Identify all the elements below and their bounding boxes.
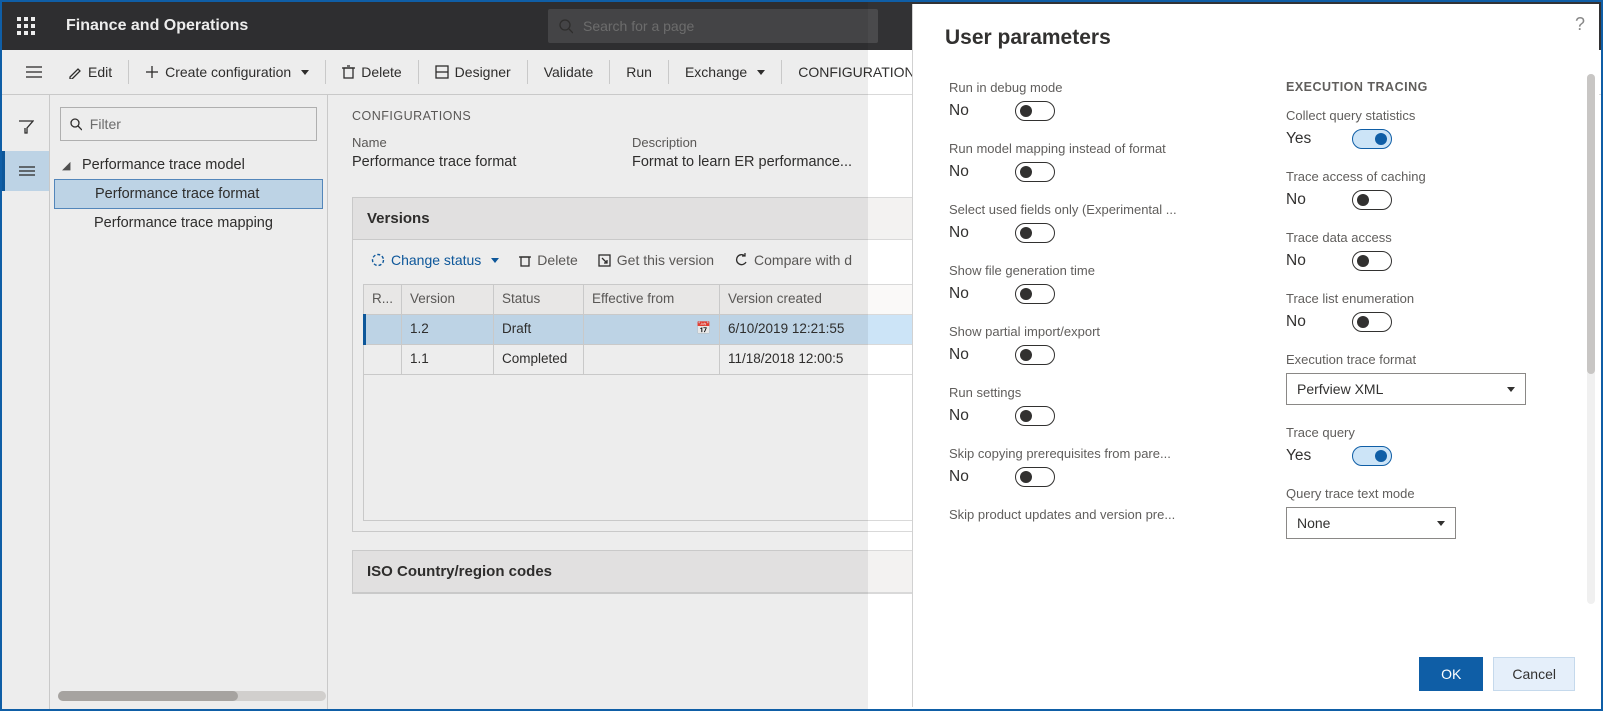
chevron-down-icon <box>301 70 309 75</box>
get-version-button[interactable]: Get this version <box>590 246 722 274</box>
toggle-field: Collect query statisticsYes <box>1286 108 1573 149</box>
toggle-field: Show partial import/exportNo <box>949 324 1236 365</box>
calendar-icon[interactable]: 📅 <box>696 321 711 335</box>
toggle-switch[interactable] <box>1015 406 1055 426</box>
tree-item[interactable]: Performance trace format <box>54 179 323 209</box>
toggle-switch[interactable] <box>1015 101 1055 121</box>
user-parameters-dialog: ? User parameters Run in debug modeNoRun… <box>912 4 1599 707</box>
tree-root[interactable]: ◢ Performance trace model <box>54 151 323 179</box>
chevron-down-icon <box>1437 521 1445 526</box>
vertical-scrollbar[interactable] <box>1587 74 1595 604</box>
query-trace-text-mode-field: Query trace text mode None <box>1286 486 1573 539</box>
configurations-menu[interactable]: CONFIGURATION <box>786 50 926 94</box>
edit-button[interactable]: Edit <box>56 50 124 94</box>
toggle-field: Show file generation timeNo <box>949 263 1236 304</box>
execution-trace-format-dropdown[interactable]: Perfview XML <box>1286 373 1526 405</box>
global-search[interactable] <box>548 9 878 43</box>
toggle-field: Trace access of cachingNo <box>1286 169 1573 210</box>
expand-icon[interactable]: ◢ <box>62 159 76 172</box>
execution-trace-format-field: Execution trace format Perfview XML <box>1286 352 1573 405</box>
toggle-switch[interactable] <box>1015 345 1055 365</box>
create-configuration-button[interactable]: Create configuration <box>133 50 321 94</box>
validate-button[interactable]: Validate <box>532 50 606 94</box>
left-column: Run in debug modeNo Run model mapping ins… <box>949 80 1236 645</box>
toggle-switch[interactable] <box>1352 251 1392 271</box>
app-launcher-icon[interactable] <box>2 2 50 50</box>
toggle-switch[interactable] <box>1015 162 1055 182</box>
dialog-title: User parameters <box>913 4 1599 50</box>
horizontal-scrollbar[interactable] <box>58 691 326 701</box>
change-status-button[interactable]: Change status <box>363 246 507 274</box>
filter-icon[interactable] <box>2 107 49 147</box>
compare-button[interactable]: Compare with d <box>726 246 860 274</box>
toggle-switch[interactable] <box>1352 129 1392 149</box>
left-rail <box>2 95 50 709</box>
description-field: Description Format to learn ER performan… <box>632 135 872 171</box>
name-field: Name Performance trace format <box>352 135 592 171</box>
ok-button[interactable]: OK <box>1419 657 1483 691</box>
designer-button[interactable]: Designer <box>423 50 523 94</box>
toggle-switch[interactable] <box>1015 467 1055 487</box>
delete-button[interactable]: Delete <box>330 50 413 94</box>
group-heading: EXECUTION TRACING <box>1286 80 1573 94</box>
toggle-field: Trace list enumerationNo <box>1286 291 1573 332</box>
toggle-field: Run model mapping instead of formatNo <box>949 141 1236 182</box>
query-trace-text-mode-dropdown[interactable]: None <box>1286 507 1456 539</box>
toggle-switch[interactable] <box>1352 446 1392 466</box>
nav-hamburger-icon[interactable] <box>14 50 54 94</box>
chevron-down-icon <box>491 258 499 263</box>
chevron-down-icon <box>757 70 765 75</box>
toggle-field: Run settingsNo <box>949 385 1236 426</box>
right-column: EXECUTION TRACING Collect query statisti… <box>1286 80 1573 645</box>
filter-input[interactable] <box>90 116 308 132</box>
toggle-field: Run in debug modeNo <box>949 80 1236 121</box>
tree-panel: ◢ Performance trace model Performance tr… <box>50 95 328 709</box>
chevron-down-icon <box>1507 387 1515 392</box>
app-title: Finance and Operations <box>66 17 248 35</box>
toggle-field: Trace data accessNo <box>1286 230 1573 271</box>
list-icon[interactable] <box>2 151 49 191</box>
search-input[interactable] <box>583 18 868 34</box>
tree-item[interactable]: Performance trace mapping <box>54 209 323 237</box>
toggle-switch[interactable] <box>1015 223 1055 243</box>
run-button[interactable]: Run <box>614 50 664 94</box>
toggle-field: Select used fields only (Experimental ..… <box>949 202 1236 243</box>
toggle-field: Skip product updates and version pre... <box>949 507 1236 522</box>
delete-version-button[interactable]: Delete <box>511 246 585 274</box>
toggle-switch[interactable] <box>1015 284 1055 304</box>
filter-box[interactable] <box>60 107 317 141</box>
help-icon[interactable]: ? <box>1575 14 1585 35</box>
toggle-switch[interactable] <box>1352 190 1392 210</box>
toggle-field: Skip copying prerequisites from pare...N… <box>949 446 1236 487</box>
toggle-field: Trace query Yes <box>1286 425 1573 466</box>
exchange-button[interactable]: Exchange <box>673 50 777 94</box>
cancel-button[interactable]: Cancel <box>1493 657 1575 691</box>
toggle-switch[interactable] <box>1352 312 1392 332</box>
